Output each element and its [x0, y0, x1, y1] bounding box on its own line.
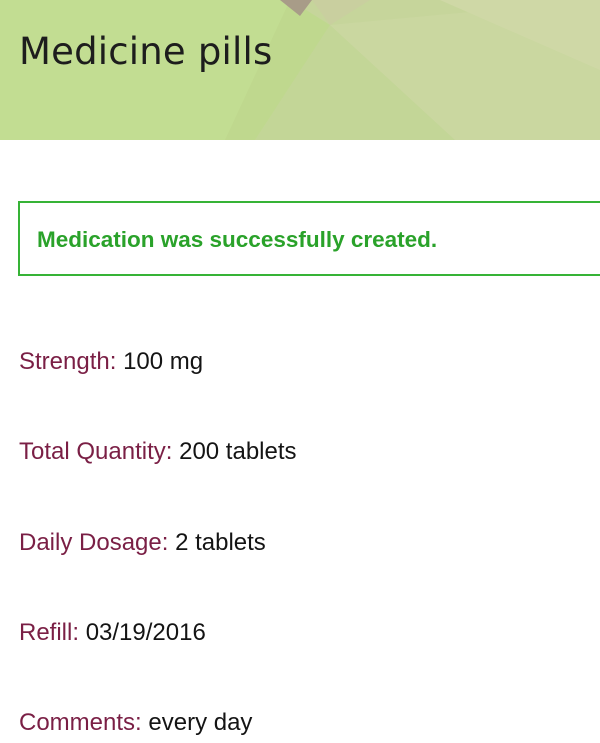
comments-label: Comments:: [19, 709, 142, 736]
refill-label: Refill:: [19, 619, 80, 646]
page-title: Medicine pills: [19, 30, 273, 73]
success-message: Medication was successfully created.: [37, 227, 438, 252]
total-quantity-label: Total Quantity:: [19, 438, 173, 465]
comments-row: Comments: every day: [19, 708, 252, 738]
refill-value: 03/19/2016: [85, 619, 206, 646]
strength-row: Strength: 100 mg: [19, 347, 203, 377]
daily-dosage-value: 2 tablets: [175, 529, 266, 556]
daily-dosage-label: Daily Dosage:: [19, 529, 169, 556]
refill-row: Refill: 03/19/2016: [19, 618, 206, 648]
page-header: Medicine pills: [0, 0, 600, 140]
strength-value: 100 mg: [123, 348, 204, 375]
total-quantity-value: 200 tablets: [179, 438, 297, 465]
daily-dosage-row: Daily Dosage: 2 tablets: [19, 528, 266, 558]
strength-label: Strength:: [19, 348, 117, 375]
success-notice: Medication was successfully created.: [18, 201, 600, 276]
total-quantity-row: Total Quantity: 200 tablets: [19, 437, 297, 467]
comments-value: every day: [148, 709, 253, 736]
